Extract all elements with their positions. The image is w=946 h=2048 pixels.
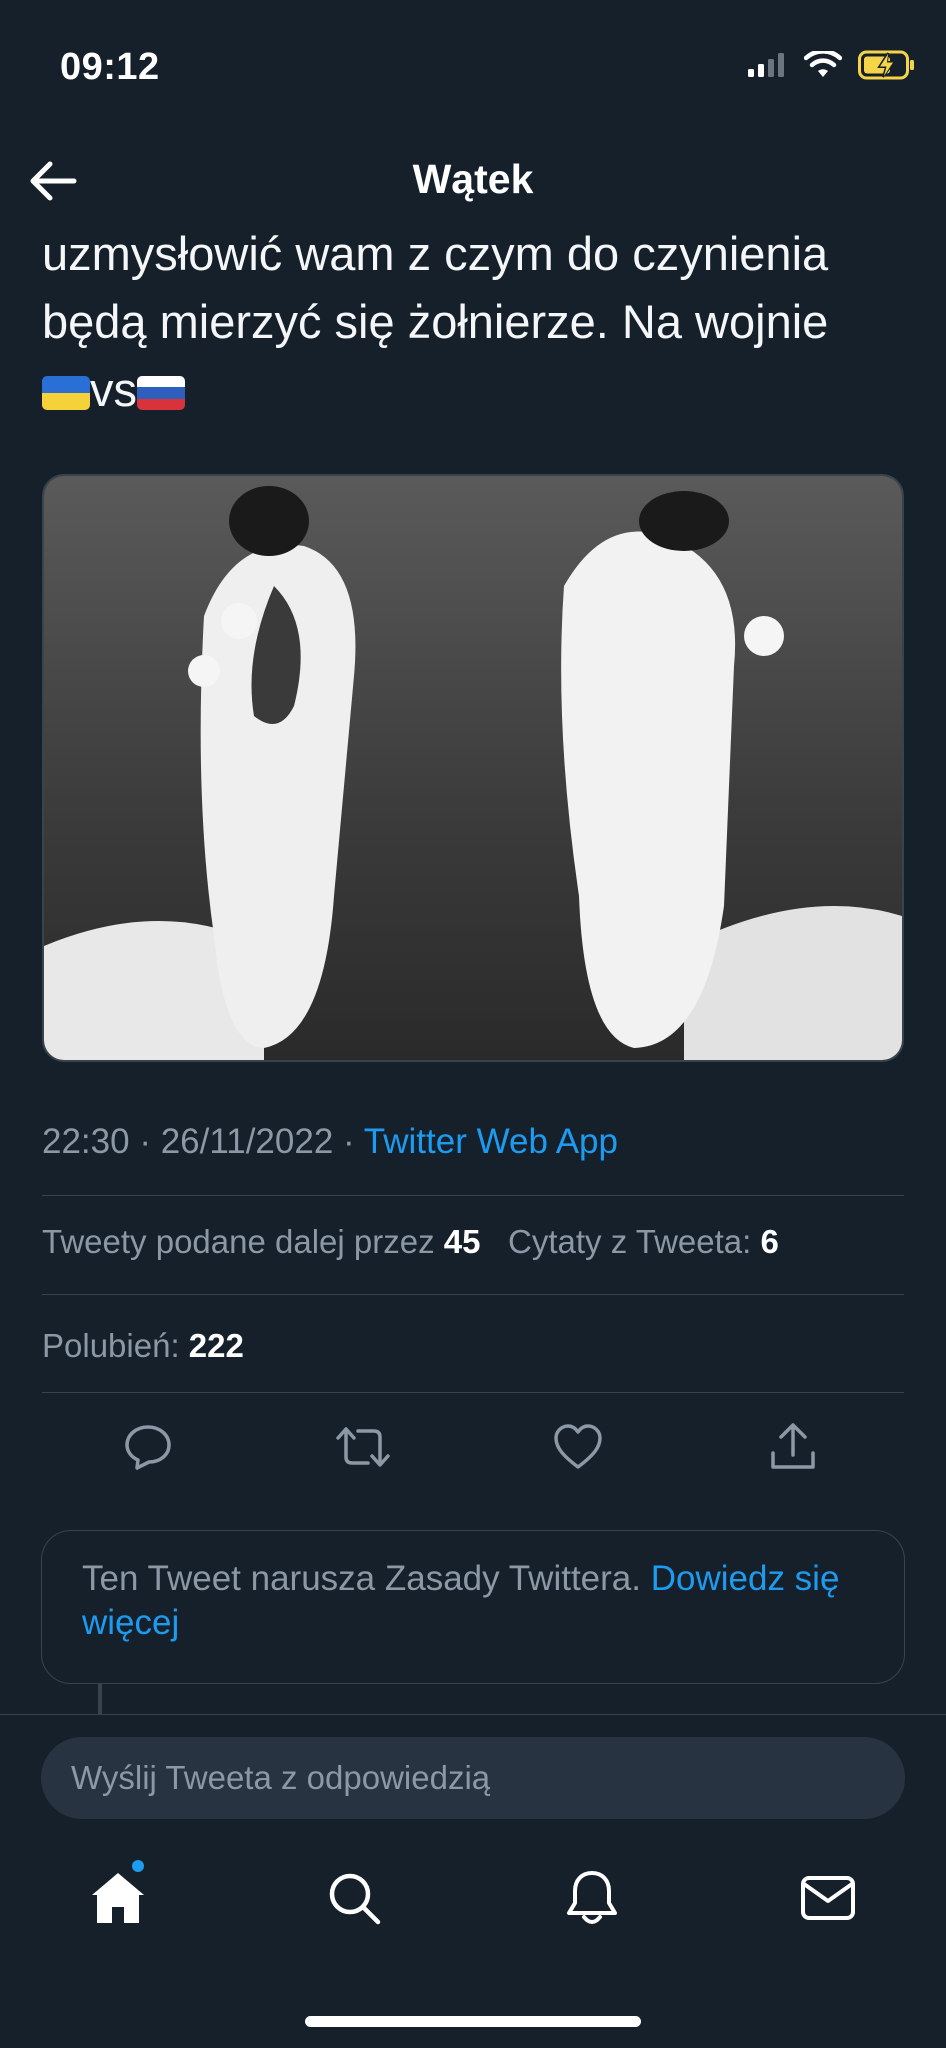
tweet-date: 26/11/2022 [160,1122,334,1161]
like-button[interactable] [543,1412,613,1482]
ukraine-flag-icon [42,376,90,410]
share-icon [771,1423,815,1469]
divider [42,1195,904,1196]
tab-messages[interactable] [790,1860,866,1936]
likes-count: 222 [188,1327,244,1364]
tab-bar [0,1860,946,1970]
tab-notifications[interactable] [554,1860,630,1936]
retweet-stats: Tweety podane dalej przez 45 Cytaty z Tw… [42,1223,779,1261]
nav-bar: Wątek [0,140,946,222]
tweet-text-line: vs [42,356,902,424]
divider [0,1714,946,1715]
vs-text: vs [90,363,137,416]
tweet-text-line: będą mierzyć się żołnierze. Na wojnie [42,295,829,348]
tweet-photo [44,476,902,1060]
policy-notice: Ten Tweet narusza Zasady Twittera. Dowie… [41,1530,905,1684]
search-icon [329,1873,381,1925]
reply-placeholder: Wyślij Tweeta z odpowiedzią [71,1759,491,1796]
tweet-source-link[interactable]: Twitter Web App [364,1122,618,1161]
divider [42,1392,904,1393]
reply-icon [125,1425,171,1470]
quotes-link[interactable]: Cytaty z Tweeta: 6 [508,1223,779,1260]
retweets-link[interactable]: Tweety podane dalej przez 45 [42,1223,480,1260]
retweets-label: Tweety podane dalej przez [42,1223,435,1260]
share-button[interactable] [758,1412,828,1482]
home-indicator[interactable] [305,2016,641,2027]
tab-home[interactable] [80,1860,156,1936]
quotes-count: 6 [760,1223,779,1260]
retweets-count: 45 [443,1223,481,1260]
meta-separator: · [139,1122,151,1161]
tweet-media[interactable] [42,474,904,1062]
tweet-time: 22:30 [42,1122,130,1161]
policy-notice-text: Ten Tweet narusza Zasady Twittera. [82,1559,641,1598]
meta-separator: · [343,1122,355,1161]
divider [42,1294,904,1295]
quotes-label: Cytaty z Tweeta: [508,1223,752,1260]
reply-button[interactable] [113,1412,183,1482]
home-notification-dot [132,1860,144,1872]
status-icons [746,50,916,80]
likes-link[interactable]: Polubień: 222 [42,1327,244,1365]
messages-icon [801,1876,855,1920]
retweet-button[interactable] [328,1412,398,1482]
battery-charging-icon [858,50,914,80]
wifi-icon [804,51,842,77]
status-time: 09:12 [60,46,160,88]
tab-search[interactable] [316,1860,392,1936]
notifications-icon [567,1871,617,1924]
tweet-text: uzmysłowić wam z czym do czynienia będą … [42,220,902,424]
likes-label: Polubień: [42,1327,180,1364]
home-icon [92,1873,144,1923]
tweet-actions [42,1412,904,1482]
tweet-meta: 22:30 · 26/11/2022 · Twitter Web App [42,1122,618,1162]
reply-input[interactable]: Wyślij Tweeta z odpowiedzią [41,1737,905,1819]
like-icon [554,1424,602,1469]
page-title: Wątek [412,156,534,202]
russia-flag-icon [137,376,185,410]
thread-connector [98,1684,102,1714]
signal-icon [748,53,784,77]
retweet-icon [336,1427,390,1467]
tweet-text-line: uzmysłowić wam z czym do czynienia [42,227,829,280]
status-bar: 09:12 [0,0,946,140]
